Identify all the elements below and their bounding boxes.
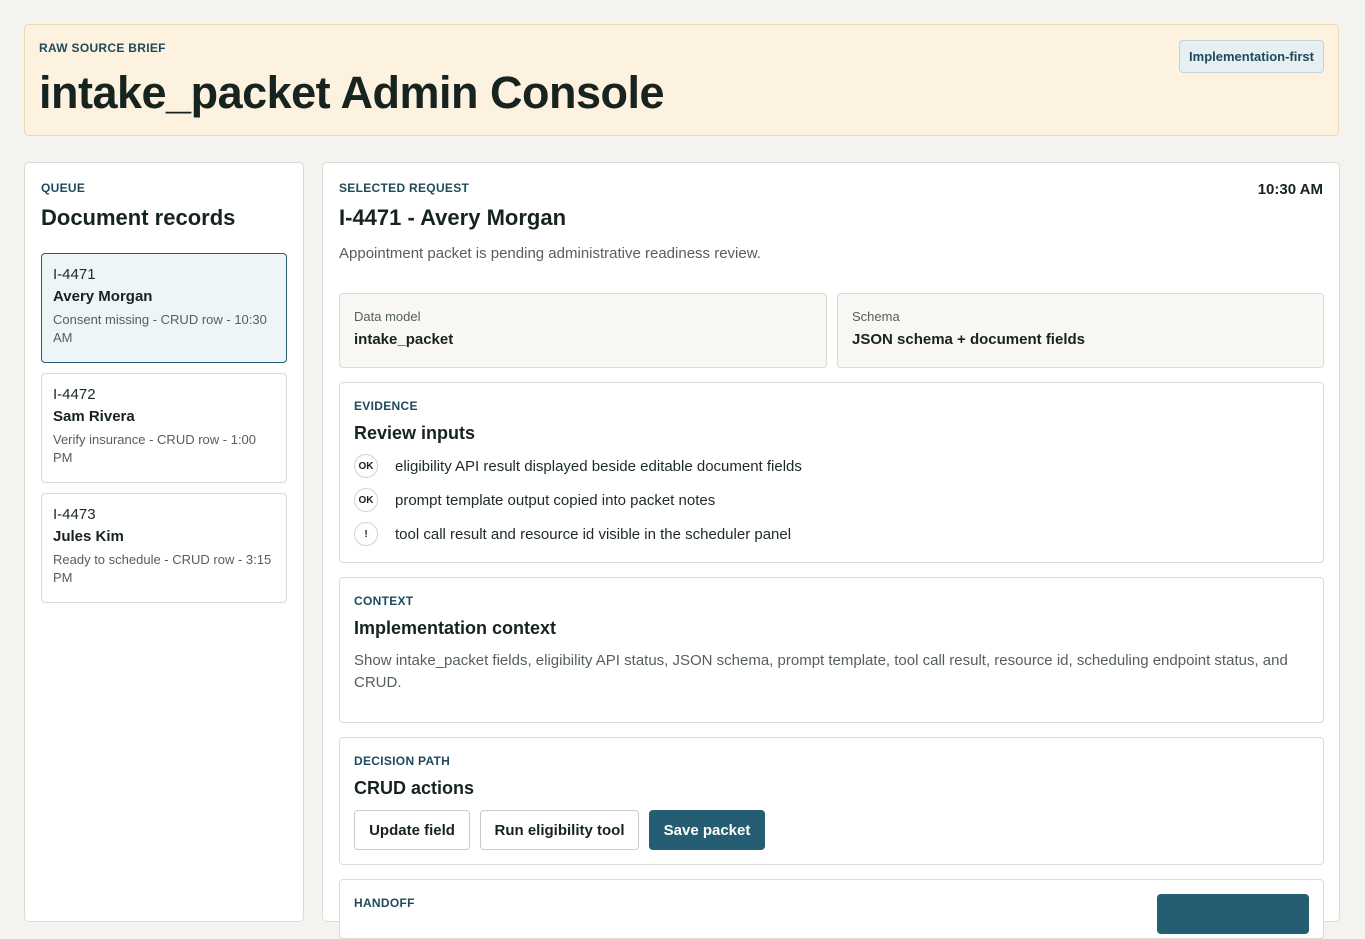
queue-panel: QUEUE Document records I-4471 Avery Morg… xyxy=(24,162,304,922)
record-id: I-4472 xyxy=(53,386,96,403)
evidence-card: EVIDENCE Review inputs OK eligibility AP… xyxy=(339,382,1324,563)
evidence-eyebrow: EVIDENCE xyxy=(354,399,418,413)
record-item-i-4471[interactable]: I-4471 Avery Morgan Consent missing - CR… xyxy=(41,253,287,363)
record-meta: Ready to schedule - CRUD row - 3:15 PM xyxy=(53,552,272,585)
queue-eyebrow: QUEUE xyxy=(41,181,86,195)
evidence-text: eligibility API result displayed beside … xyxy=(395,457,802,475)
evidence-item: OK eligibility API result displayed besi… xyxy=(354,453,802,479)
record-name: Avery Morgan xyxy=(53,288,153,305)
handoff-card: HANDOFF xyxy=(339,879,1324,939)
detail-eyebrow: SELECTED REQUEST xyxy=(339,181,470,195)
evidence-item: OK prompt template output copied into pa… xyxy=(354,487,715,513)
handoff-eyebrow: HANDOFF xyxy=(354,896,415,910)
record-item-i-4472[interactable]: I-4472 Sam Rivera Verify insurance - CRU… xyxy=(41,373,287,483)
data-model-value: intake_packet xyxy=(354,331,454,348)
implementation-badge: Implementation-first xyxy=(1179,40,1324,73)
ok-status-icon: OK xyxy=(354,488,378,512)
ok-status-icon: OK xyxy=(354,454,378,478)
schema-value: JSON schema + document fields xyxy=(852,331,1085,348)
queue-title: Document records xyxy=(41,205,236,230)
record-meta: Consent missing - CRUD row - 10:30 AM xyxy=(53,312,267,345)
decision-title: CRUD actions xyxy=(354,778,475,798)
context-title: Implementation context xyxy=(354,618,557,638)
handoff-button[interactable] xyxy=(1157,894,1309,934)
evidence-text: prompt template output copied into packe… xyxy=(395,491,716,509)
banner-eyebrow: RAW SOURCE BRIEF xyxy=(39,41,166,55)
source-brief-banner: RAW SOURCE BRIEF intake_packet Admin Con… xyxy=(24,24,1339,136)
request-title: I-4471 - Avery Morgan xyxy=(339,205,567,230)
record-id: I-4471 xyxy=(53,266,96,283)
decision-eyebrow: DECISION PATH xyxy=(354,754,451,768)
record-meta: Verify insurance - CRUD row - 1:00 PM xyxy=(53,432,257,465)
evidence-item: ! tool call result and resource id visib… xyxy=(354,521,791,547)
request-summary: Appointment packet is pending administra… xyxy=(339,245,761,262)
decision-card: DECISION PATH CRUD actions Update field … xyxy=(339,737,1324,865)
request-time: 10:30 AM xyxy=(1257,181,1323,198)
context-eyebrow: CONTEXT xyxy=(354,594,414,608)
update-field-button[interactable]: Update field xyxy=(354,810,470,850)
page-title: intake_packet Admin Console xyxy=(39,67,665,118)
schema-card: Schema JSON schema + document fields xyxy=(837,293,1324,368)
schema-label: Schema xyxy=(852,309,900,324)
context-card: CONTEXT Implementation context Show inta… xyxy=(339,577,1324,723)
record-id: I-4473 xyxy=(53,506,96,523)
data-model-label: Data model xyxy=(354,309,421,324)
save-packet-button[interactable]: Save packet xyxy=(649,810,765,850)
evidence-title: Review inputs xyxy=(354,423,476,443)
run-eligibility-tool-button[interactable]: Run eligibility tool xyxy=(480,810,639,850)
warning-status-icon: ! xyxy=(354,522,378,546)
record-name: Sam Rivera xyxy=(53,408,135,425)
evidence-text: tool call result and resource id visible… xyxy=(395,525,792,543)
record-name: Jules Kim xyxy=(53,528,124,545)
selected-request-panel: SELECTED REQUEST 10:30 AM I-4471 - Avery… xyxy=(322,162,1340,939)
context-body: Show intake_packet fields, eligibility A… xyxy=(354,652,1288,691)
data-model-card: Data model intake_packet xyxy=(339,293,827,368)
record-item-i-4473[interactable]: I-4473 Jules Kim Ready to schedule - CRU… xyxy=(41,493,287,603)
